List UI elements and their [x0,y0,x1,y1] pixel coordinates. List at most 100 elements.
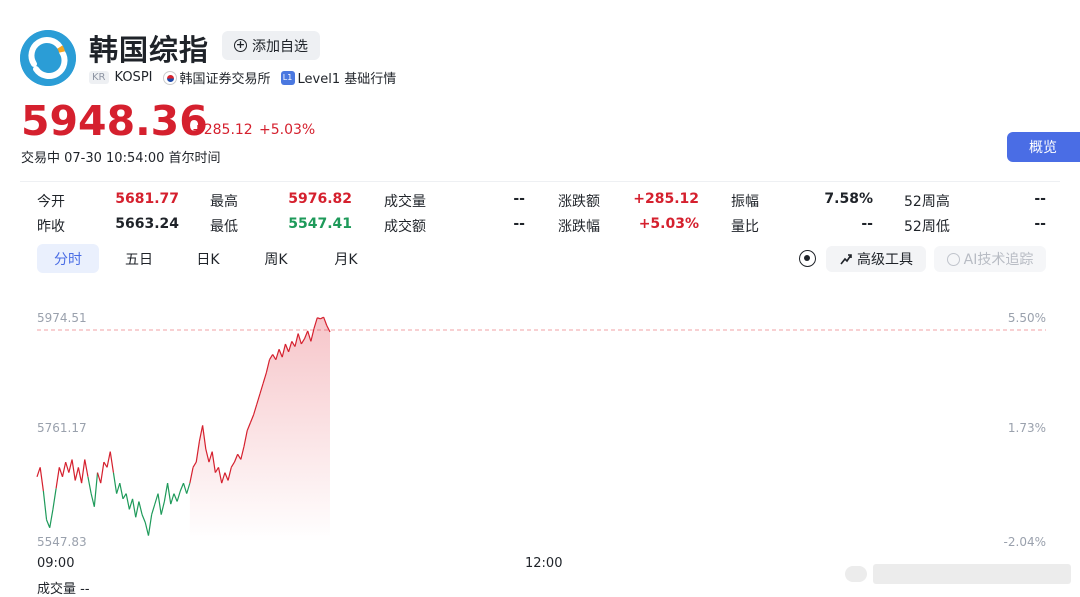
price-line-segment [49,509,54,528]
52w-high-value: -- [1034,191,1046,207]
price-change-pct: +5.03% [259,122,316,138]
price-area-fill [189,317,330,542]
ai-tracking-label: AI技术追踪 [963,252,1034,268]
price-line-segment [65,461,70,473]
volume-panel-label: 成交量 -- [37,582,90,597]
volume-value: -- [513,191,525,207]
instrument-meta: KR KOSPI 韩国证券交易所 L1 Level1 基础行情 [89,68,396,87]
volume-ratio-value: -- [861,216,873,232]
price-line-segment [160,501,165,515]
price-line-segment [42,490,48,520]
pct-tick-bottom: -2.04% [1003,535,1046,549]
market-badge: KR [89,71,109,84]
price-line-segment [179,482,185,492]
prev-close-label: 昨收 [37,219,65,235]
tab-five-day[interactable]: 五日 [105,244,173,273]
price-line-segment [141,514,146,523]
change-pct-label: 涨跌幅 [558,219,600,235]
divider [20,181,1060,182]
price-line-segment [119,482,124,499]
price-line-segment [147,514,153,536]
watermark [845,564,1071,584]
price-line-segment [151,503,156,515]
price-line-segment [135,501,140,518]
price-line-segment [74,467,79,481]
x-tick-open: 09:00 [37,556,75,571]
price-line-segment [109,451,115,473]
tab-weekly-k[interactable]: 周K [243,244,309,273]
price-line-segment [154,493,159,505]
high-value: 5976.82 [288,191,352,207]
price-line-segment [122,493,127,500]
volume-label: 成交量 [384,194,426,210]
advanced-tools-button[interactable]: 高级工具 [826,246,926,272]
last-price: 5948.36 [21,97,208,145]
price-line-segment [131,498,137,518]
korea-flag-icon [162,70,177,85]
y-tick-bottom: 5547.83 [37,535,87,549]
low-value: 5547.41 [288,216,352,232]
high-label: 最高 [210,194,238,210]
price-line-segment [100,462,105,484]
price-line-segment [128,498,134,510]
52w-low-label: 52周低 [904,219,950,235]
indicator-view-icon[interactable] [799,250,816,267]
kospi-logo [20,30,76,86]
price-line-segment [163,483,169,502]
low-label: 最低 [210,219,238,235]
advanced-tools-icon [840,254,852,265]
price-line-segment [170,493,175,505]
advanced-tools-label: 高级工具 [857,252,913,268]
plus-circle-icon: + [234,38,247,52]
overview-button[interactable]: 概览 [1007,132,1080,162]
tab-monthly-k[interactable]: 月K [309,244,383,273]
price-line-segment [36,467,41,478]
price-line-segment [116,482,121,494]
x-tick-noon: 12:00 [525,556,563,571]
ai-tracking-button[interactable]: AI技术追踪 [934,246,1046,272]
trading-status: 交易中 07-30 10:54:00 首尔时间 [21,151,221,166]
volume-ratio-label: 量比 [731,219,759,235]
price-line-segment [77,467,83,484]
price-line-segment [58,467,64,478]
price-line-segment [93,472,99,507]
exchange-name: 韩国证券交易所 [179,72,271,87]
y-tick-top: 5974.51 [37,311,87,325]
change-amount-value: +285.12 [633,191,699,207]
price-line-segment [96,472,102,484]
level1-badge-icon: L1 [280,70,295,85]
price-line-segment [84,459,89,477]
52w-low-value: -- [1034,216,1046,232]
logo-icon [20,30,76,86]
ai-tracking-icon [946,252,960,266]
price-line-segment [39,467,44,492]
52w-high-label: 52周高 [904,194,950,210]
price-line-segment [103,461,108,468]
price-line-segment [176,490,181,502]
intraday-chart[interactable] [0,300,1080,597]
amplitude-label: 振幅 [731,194,759,210]
pct-tick-top: 5.50% [1007,311,1046,325]
price-line-segment [87,476,92,494]
price-line-segment [166,483,172,505]
tab-intraday[interactable]: 分时 [37,244,99,273]
change-pct-value: +5.03% [638,216,699,232]
price-line-segment [71,459,76,481]
amplitude-value: 7.58% [824,191,873,207]
page-title: 韩国综指 [89,33,210,67]
turnover-value: -- [513,216,525,232]
price-line-segment [125,493,130,510]
price-line-segment [138,501,143,515]
y-tick-mid: 5761.17 [37,421,87,435]
open-label: 今开 [37,194,65,210]
price-line-segment [55,467,60,489]
price-line-segment [144,522,150,536]
price-line-segment [112,472,118,494]
price-line-segment [186,482,191,494]
chart-period-tabs: 分时 五日 日K 周K 月K [37,244,383,273]
add-watchlist-button[interactable]: + 添加自选 [222,31,320,60]
price-line-segment [52,488,57,510]
tab-daily-k[interactable]: 日K [173,244,243,273]
price-line-segment [90,493,95,507]
level-label: Level1 基础行情 [297,72,397,87]
